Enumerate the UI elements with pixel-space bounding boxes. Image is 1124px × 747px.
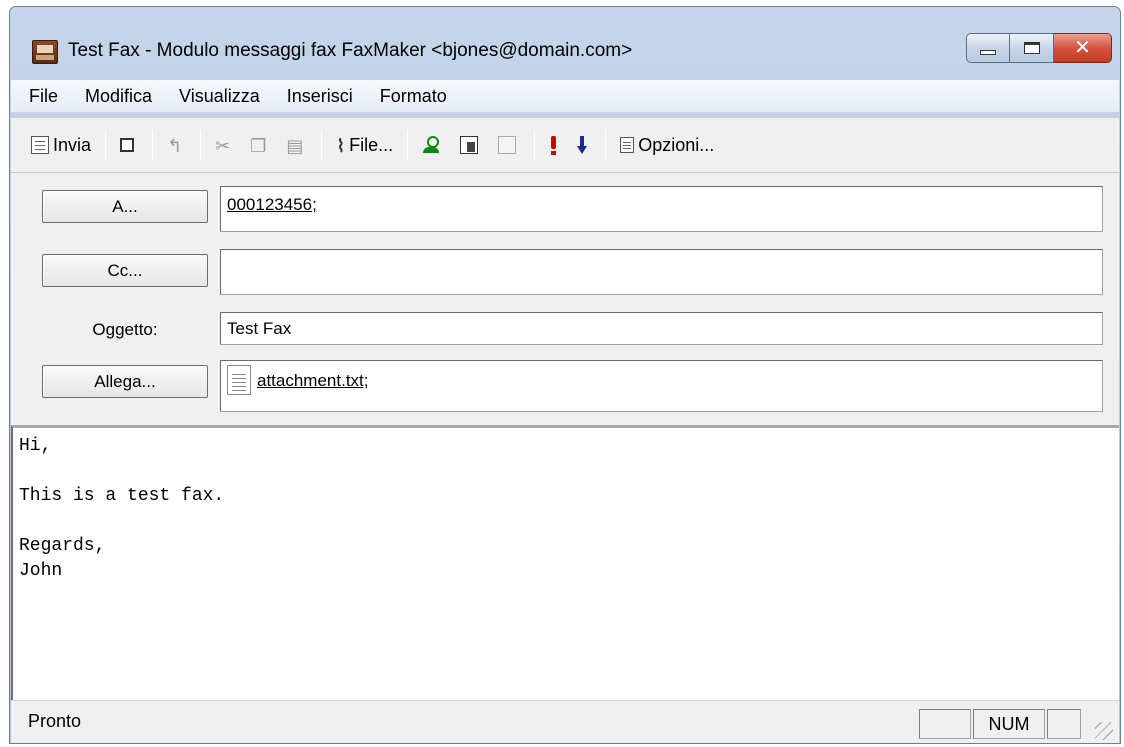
status-panel-scroll bbox=[1047, 709, 1081, 739]
to-button[interactable]: A... bbox=[42, 190, 208, 223]
menu-bar: File Modifica Visualizza Inserisci Forma… bbox=[11, 80, 1119, 112]
undo-button[interactable]: ↰ bbox=[159, 127, 194, 163]
toolbar-separator bbox=[200, 130, 202, 160]
book-icon bbox=[498, 136, 517, 154]
status-bar: Pronto NUM bbox=[11, 700, 1119, 743]
options-button-label: Opzioni... bbox=[638, 134, 715, 155]
attachment-link[interactable]: attachment.txt; bbox=[257, 371, 369, 390]
undo-icon: ↰ bbox=[167, 136, 183, 156]
send-document-icon bbox=[31, 136, 49, 154]
window-controls: ✕ bbox=[966, 33, 1112, 63]
toolbar-separator bbox=[321, 130, 323, 160]
to-field[interactable]: 000123456; bbox=[220, 186, 1103, 232]
cc-field[interactable] bbox=[220, 249, 1103, 295]
subject-field[interactable]: Test Fax bbox=[220, 312, 1103, 345]
recipient-button[interactable] bbox=[414, 127, 452, 163]
message-header: A... 000123456; Cc... Oggetto: Test Fax … bbox=[11, 173, 1119, 425]
address-book-icon bbox=[460, 136, 479, 154]
send-button[interactable]: Invia bbox=[23, 127, 99, 163]
attach-button[interactable]: Allega... bbox=[42, 365, 208, 398]
menu-file[interactable]: File bbox=[29, 86, 58, 107]
person-icon bbox=[422, 136, 440, 154]
resize-grip-icon[interactable] bbox=[1095, 722, 1113, 740]
menu-formato[interactable]: Formato bbox=[380, 86, 447, 107]
low-priority-button[interactable] bbox=[569, 127, 599, 163]
high-priority-button[interactable] bbox=[541, 127, 569, 163]
text-file-icon bbox=[227, 365, 251, 395]
title-bar[interactable]: Test Fax - Modulo messaggi fax FaxMaker … bbox=[10, 7, 1120, 73]
cut-button[interactable]: ✂ bbox=[207, 127, 242, 163]
attach-file-button[interactable]: ⌇ File... bbox=[328, 127, 401, 163]
high-priority-icon bbox=[549, 136, 557, 155]
options-button[interactable]: Opzioni... bbox=[612, 127, 722, 163]
message-body[interactable]: Hi, This is a test fax. Regards, John bbox=[11, 425, 1119, 700]
subject-label: Oggetto: bbox=[92, 320, 158, 339]
attachment-field[interactable]: attachment.txt; bbox=[220, 360, 1103, 412]
attach-file-label: File... bbox=[349, 134, 394, 155]
close-icon: ✕ bbox=[1074, 37, 1091, 59]
minimize-icon bbox=[980, 49, 996, 55]
maximize-icon bbox=[1023, 42, 1040, 54]
menu-visualizza[interactable]: Visualizza bbox=[179, 86, 260, 107]
status-panel-caps bbox=[919, 709, 971, 739]
toolbar-separator bbox=[605, 130, 607, 160]
options-icon bbox=[620, 137, 635, 153]
toolbar: Invia ↰ ✂ ❐ ▤ ⌇ File... Opzioni... bbox=[11, 117, 1119, 173]
new-button[interactable] bbox=[112, 127, 146, 163]
new-document-icon bbox=[120, 138, 135, 152]
toolbar-separator bbox=[534, 130, 536, 160]
address-book-button[interactable] bbox=[452, 127, 490, 163]
menu-modifica[interactable]: Modifica bbox=[85, 86, 152, 107]
scissors-icon: ✂ bbox=[215, 136, 231, 156]
phonebook-button[interactable] bbox=[490, 127, 528, 163]
window-title: Test Fax - Modulo messaggi fax FaxMaker … bbox=[68, 40, 633, 61]
menu-inserisci[interactable]: Inserisci bbox=[287, 86, 353, 107]
paste-icon: ▤ bbox=[286, 136, 304, 156]
paste-button[interactable]: ▤ bbox=[278, 127, 315, 163]
toolbar-separator bbox=[105, 130, 107, 160]
copy-icon: ❐ bbox=[250, 136, 267, 156]
toolbar-separator bbox=[152, 130, 154, 160]
toolbar-separator bbox=[407, 130, 409, 160]
status-text: Pronto bbox=[28, 711, 82, 731]
close-button[interactable]: ✕ bbox=[1054, 33, 1112, 63]
send-button-label: Invia bbox=[53, 134, 92, 155]
to-recipient[interactable]: 000123456; bbox=[227, 195, 317, 214]
fax-app-icon[interactable] bbox=[32, 40, 58, 64]
low-priority-icon bbox=[577, 136, 588, 154]
maximize-button[interactable] bbox=[1010, 33, 1054, 63]
cc-button[interactable]: Cc... bbox=[42, 254, 208, 287]
paperclip-icon: ⌇ bbox=[336, 136, 346, 156]
fax-window: Test Fax - Modulo messaggi fax FaxMaker … bbox=[9, 6, 1121, 744]
status-panel-num: NUM bbox=[973, 709, 1045, 739]
minimize-button[interactable] bbox=[966, 33, 1010, 63]
copy-button[interactable]: ❐ bbox=[242, 127, 278, 163]
